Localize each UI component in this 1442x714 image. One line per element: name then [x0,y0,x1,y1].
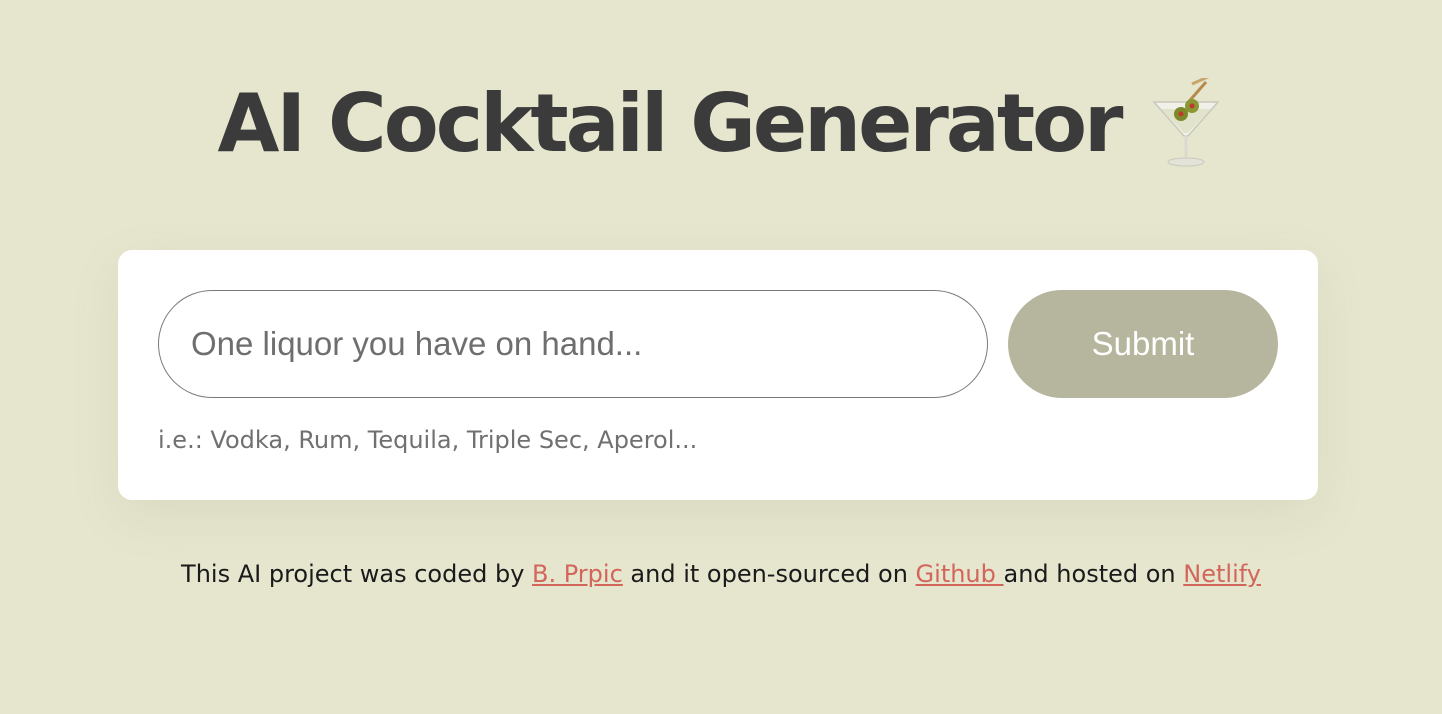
page-title: AI Cocktail Generator [217,76,1124,170]
author-link[interactable]: B. Prpic [532,560,623,588]
footer-text-1: This AI project was coded by [181,560,533,588]
submit-button[interactable]: Submit [1008,290,1278,398]
footer-text-3: and hosted on [1003,560,1184,588]
input-hint: i.e.: Vodka, Rum, Tequila, Triple Sec, A… [158,426,698,454]
footer-text-2: and it open-sourced on [622,560,916,588]
generator-card: Submit i.e.: Vodka, Rum, Tequila, Triple… [118,250,1318,500]
github-link[interactable]: Github [916,560,1004,588]
footer: This AI project was coded by B. Prpic an… [0,560,1442,588]
martini-glass-icon [1152,78,1221,167]
liquor-input[interactable] [158,290,988,398]
netlify-link[interactable]: Netlify [1183,560,1261,588]
page-header: AI Cocktail Generator [0,68,1442,178]
